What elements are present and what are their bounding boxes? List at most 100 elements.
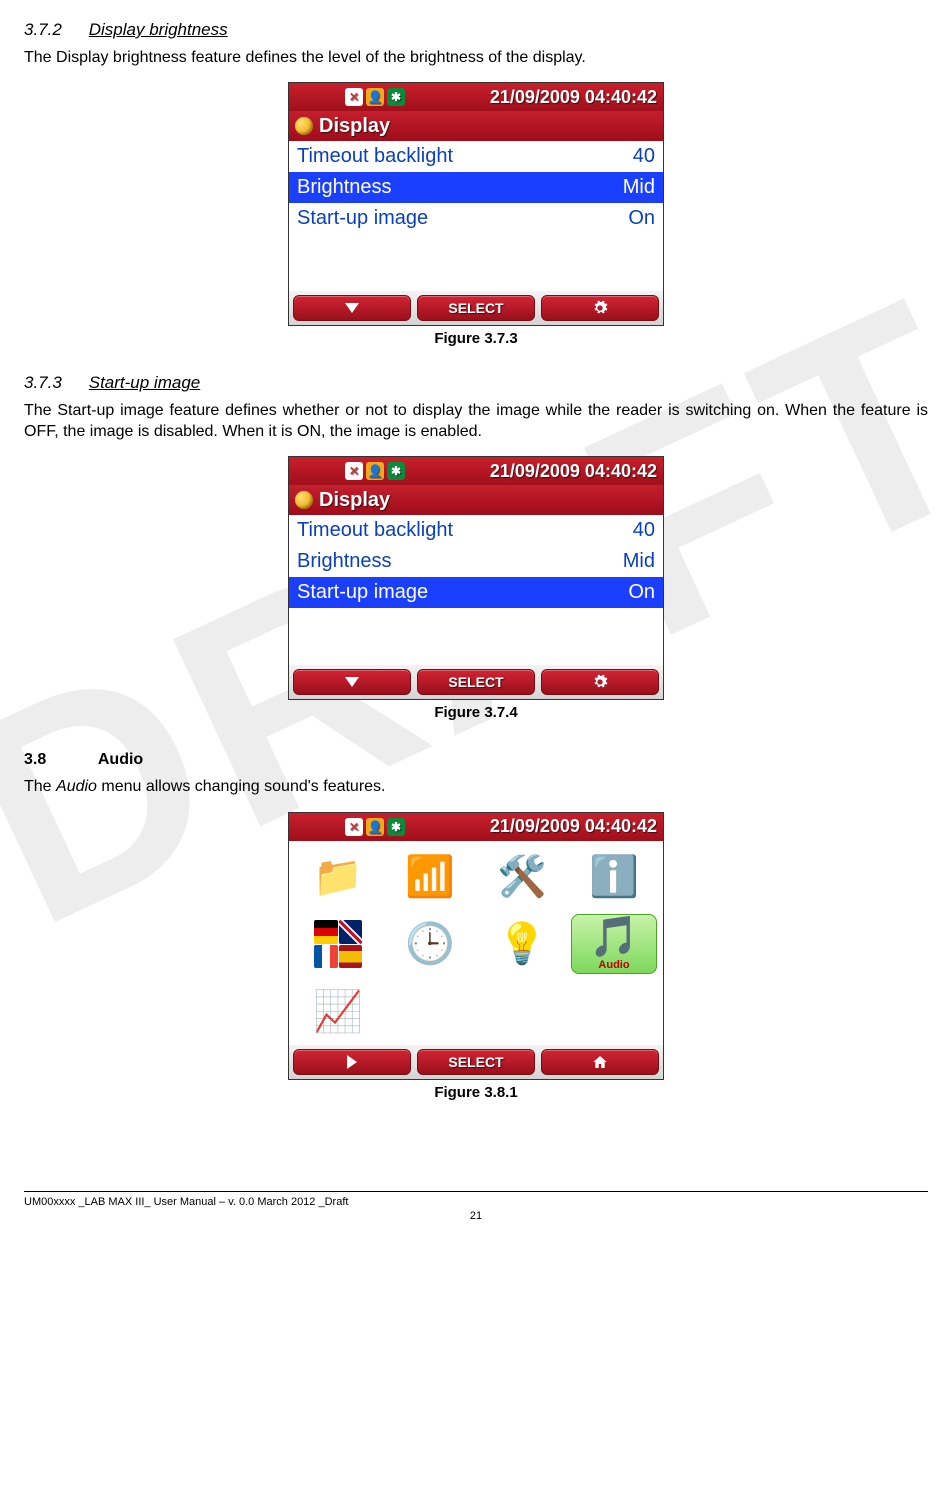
status-card-icon: ✕ bbox=[345, 462, 363, 480]
para-3-8: The Audio menu allows changing sound's f… bbox=[24, 777, 928, 797]
footer-text: UM00xxxx _LAB MAX III_ User Manual – v. … bbox=[24, 1196, 928, 1208]
display-menu-list: Timeout backlight 40 Brightness Mid Star… bbox=[289, 515, 663, 665]
menu-datetime-icon[interactable]: 🕒 bbox=[387, 914, 473, 974]
soft-key-middle[interactable]: SELECT bbox=[417, 295, 535, 321]
gear-icon bbox=[592, 300, 608, 316]
status-warn-icon: 👤 bbox=[366, 88, 384, 106]
list-item-value: 40 bbox=[633, 145, 655, 168]
list-item-value: Mid bbox=[623, 176, 655, 199]
heading-title: Display brightness bbox=[89, 20, 228, 39]
heading-3-8: 3.8 Audio bbox=[24, 751, 928, 769]
device-screenshot-3-8-1: ✕ 👤 ✱ 21/09/2009 04:40:42 📁 📶 🛠️ ℹ️ 🕒 💡 bbox=[288, 812, 664, 1080]
soft-key-left[interactable] bbox=[293, 669, 411, 695]
list-item-value: 40 bbox=[633, 519, 655, 542]
chart-icon: 📈 bbox=[313, 992, 363, 1032]
main-menu-grid: 📁 📶 🛠️ ℹ️ 🕒 💡 🎵 Audio 📈 bbox=[289, 841, 663, 1045]
list-item-value: On bbox=[628, 207, 655, 230]
soft-key-right[interactable] bbox=[541, 1049, 659, 1075]
music-icon: 🎵 bbox=[589, 917, 639, 957]
info-icon: ℹ️ bbox=[589, 857, 639, 897]
para-3-7-2: The Display brightness feature defines t… bbox=[24, 48, 928, 68]
menu-display-icon[interactable]: 💡 bbox=[479, 914, 565, 974]
soft-key-right[interactable] bbox=[541, 669, 659, 695]
menu-tools-icon[interactable]: 🛠️ bbox=[479, 847, 565, 907]
list-item[interactable]: Brightness Mid bbox=[289, 172, 663, 203]
soft-key-middle[interactable]: SELECT bbox=[417, 1049, 535, 1075]
figure-caption: Figure 3.7.4 bbox=[24, 704, 928, 721]
screen-title: Display bbox=[319, 489, 390, 512]
list-item[interactable]: Start-up image On bbox=[289, 577, 663, 608]
heading-num: 3.7.2 bbox=[24, 20, 84, 40]
status-datetime: 21/09/2009 04:40:42 bbox=[490, 816, 657, 837]
menu-empty bbox=[387, 982, 473, 1042]
status-bar: ✕ 👤 ✱ 21/09/2009 04:40:42 bbox=[289, 83, 663, 111]
status-card-icon: ✕ bbox=[345, 88, 363, 106]
status-warn-icon: 👤 bbox=[366, 462, 384, 480]
list-item[interactable]: Timeout backlight 40 bbox=[289, 515, 663, 546]
soft-key-label: SELECT bbox=[448, 300, 503, 316]
soft-key-left[interactable] bbox=[293, 295, 411, 321]
display-menu-list: Timeout backlight 40 Brightness Mid Star… bbox=[289, 141, 663, 291]
screen-title: Display bbox=[319, 115, 390, 138]
rfid-icon: 📶 bbox=[405, 857, 455, 897]
status-datetime: 21/09/2009 04:40:42 bbox=[490, 461, 657, 482]
gear-icon bbox=[592, 674, 608, 690]
soft-key-bar: SELECT bbox=[289, 1045, 663, 1079]
text-italic: Audio bbox=[56, 778, 97, 795]
list-item[interactable]: Start-up image On bbox=[289, 203, 663, 234]
tools-icon: 🛠️ bbox=[497, 857, 547, 897]
menu-empty bbox=[571, 982, 657, 1042]
heading-num: 3.8 bbox=[24, 751, 94, 769]
pin-icon bbox=[295, 117, 313, 135]
soft-key-left[interactable] bbox=[293, 1049, 411, 1075]
clock-icon: 🕒 bbox=[405, 924, 455, 964]
heading-title: Start-up image bbox=[89, 373, 201, 392]
menu-stats-icon[interactable]: 📈 bbox=[295, 982, 381, 1042]
arrow-down-icon bbox=[345, 677, 359, 687]
list-item-label: Start-up image bbox=[297, 581, 428, 604]
status-bar: ✕ 👤 ✱ 21/09/2009 04:40:42 bbox=[289, 457, 663, 485]
text-run: menu allows changing sound's features. bbox=[97, 778, 386, 795]
status-card-icon: ✕ bbox=[345, 818, 363, 836]
home-icon bbox=[592, 1054, 608, 1070]
menu-language-icon[interactable] bbox=[295, 914, 381, 974]
soft-key-bar: SELECT bbox=[289, 665, 663, 699]
list-item-label: Timeout backlight bbox=[297, 145, 453, 168]
folder-icon: 📁 bbox=[313, 857, 363, 897]
menu-folder-icon[interactable]: 📁 bbox=[295, 847, 381, 907]
figure-caption: Figure 3.8.1 bbox=[24, 1084, 928, 1101]
list-item-value: On bbox=[628, 581, 655, 604]
soft-key-middle[interactable]: SELECT bbox=[417, 669, 535, 695]
status-bluetooth-icon: ✱ bbox=[387, 462, 405, 480]
list-item[interactable]: Brightness Mid bbox=[289, 546, 663, 577]
device-screenshot-3-7-3: ✕ 👤 ✱ 21/09/2009 04:40:42 Display Timeou… bbox=[288, 82, 664, 326]
heading-3-7-2: 3.7.2 Display brightness bbox=[24, 20, 928, 40]
heading-num: 3.7.3 bbox=[24, 373, 84, 393]
pin-icon bbox=[295, 491, 313, 509]
para-3-7-3: The Start-up image feature defines wheth… bbox=[24, 401, 928, 442]
heading-title: Audio bbox=[98, 751, 143, 768]
status-warn-icon: 👤 bbox=[366, 818, 384, 836]
text-run: The bbox=[24, 778, 56, 795]
device-screenshot-3-7-4: ✕ 👤 ✱ 21/09/2009 04:40:42 Display Timeou… bbox=[288, 456, 664, 700]
arrow-right-icon bbox=[347, 1055, 357, 1069]
soft-key-label: SELECT bbox=[448, 1054, 503, 1070]
page-footer: UM00xxxx _LAB MAX III_ User Manual – v. … bbox=[24, 1191, 928, 1222]
soft-key-bar: SELECT bbox=[289, 291, 663, 325]
screen-title-bar: Display bbox=[289, 485, 663, 515]
status-datetime: 21/09/2009 04:40:42 bbox=[490, 87, 657, 108]
flags-icon bbox=[314, 920, 362, 968]
screen-title-bar: Display bbox=[289, 111, 663, 141]
menu-info-icon[interactable]: ℹ️ bbox=[571, 847, 657, 907]
status-bar: ✕ 👤 ✱ 21/09/2009 04:40:42 bbox=[289, 813, 663, 841]
page-number: 21 bbox=[24, 1210, 928, 1222]
list-item-value: Mid bbox=[623, 550, 655, 573]
menu-rfid-icon[interactable]: 📶 bbox=[387, 847, 473, 907]
menu-audio-label: Audio bbox=[598, 959, 629, 971]
figure-caption: Figure 3.7.3 bbox=[24, 330, 928, 347]
soft-key-right[interactable] bbox=[541, 295, 659, 321]
menu-empty bbox=[479, 982, 565, 1042]
list-item[interactable]: Timeout backlight 40 bbox=[289, 141, 663, 172]
list-item-label: Brightness bbox=[297, 550, 392, 573]
menu-audio-icon[interactable]: 🎵 Audio bbox=[571, 914, 657, 974]
